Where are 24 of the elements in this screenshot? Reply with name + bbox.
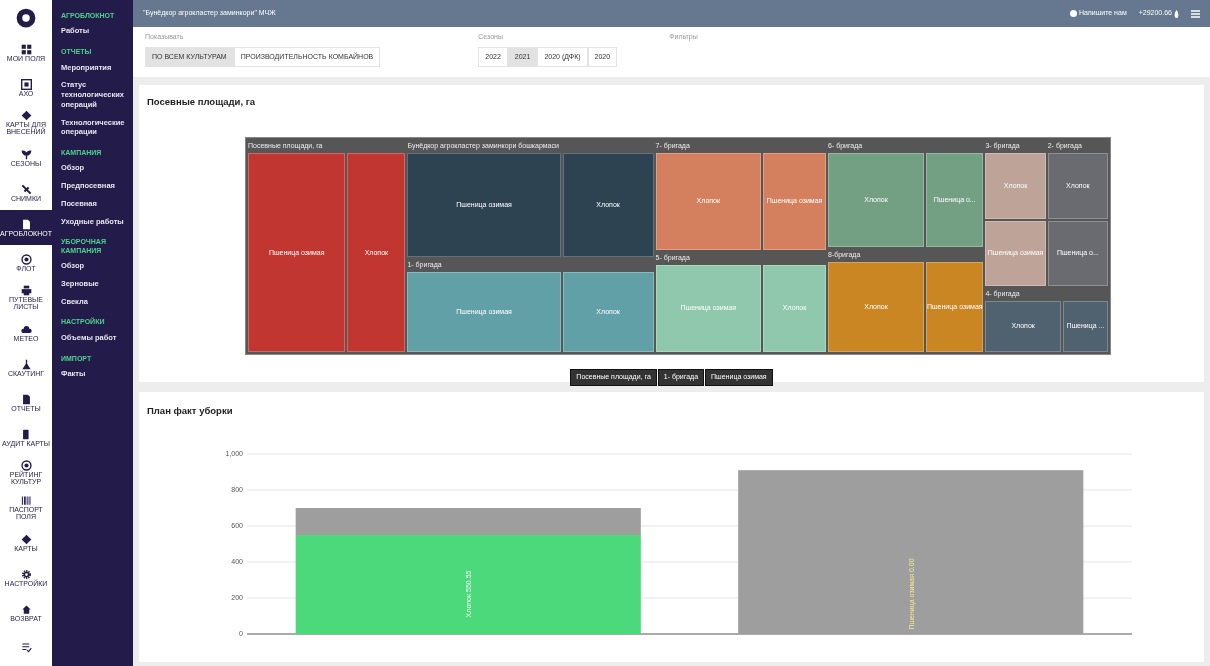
grid-icon	[20, 43, 32, 55]
square-icon	[20, 78, 32, 90]
document-icon	[20, 218, 32, 230]
card-title: План факт уборки	[147, 404, 234, 418]
barcode-icon	[20, 495, 32, 506]
phone-icon	[20, 428, 32, 440]
logo-icon	[16, 7, 36, 28]
wheel-icon	[20, 253, 32, 265]
document-icon	[20, 393, 32, 405]
satellite-icon	[20, 183, 32, 195]
printer-icon	[20, 285, 32, 296]
info-icon	[1070, 10, 1077, 17]
diamond-icon	[20, 110, 32, 121]
home-icon	[20, 603, 32, 615]
flask-icon	[20, 358, 32, 370]
settings-icon	[20, 568, 32, 580]
cloud-icon	[20, 323, 32, 335]
diamond-icon	[20, 533, 32, 545]
menu-icon[interactable]	[1191, 9, 1200, 18]
plant-icon	[20, 148, 32, 160]
card-title: Посевные площади, га	[147, 95, 256, 109]
wheel-icon	[20, 460, 32, 471]
checklist-icon	[20, 642, 32, 653]
drop-icon	[1174, 9, 1179, 18]
